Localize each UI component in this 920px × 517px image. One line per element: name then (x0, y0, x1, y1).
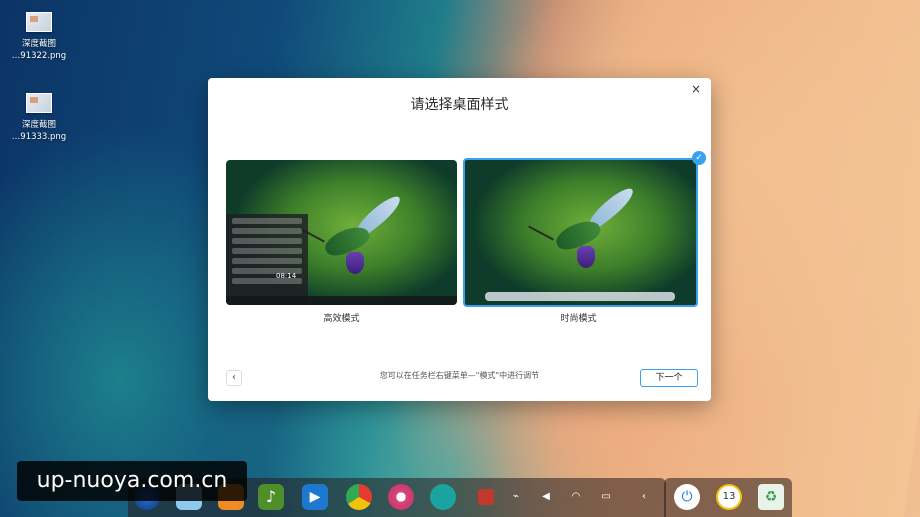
watermark: up-nuoya.com.cn (17, 461, 247, 501)
usb-icon[interactable]: ⌁ (508, 489, 524, 505)
hint-text: 您可以在任务栏右键菜单—"模式"中进行调节 (379, 371, 540, 380)
screen-recorder-icon[interactable] (478, 489, 494, 505)
launcher-menu-preview: 08:14 (226, 214, 308, 302)
selected-check-icon: ✓ (692, 151, 706, 165)
close-icon[interactable]: × (687, 80, 705, 98)
calendar-icon[interactable]: 13 (716, 484, 742, 510)
next-button[interactable]: 下一个 (640, 369, 698, 387)
desktop-icon-screenshot-2[interactable]: 深度截图 …91333.png (9, 93, 69, 143)
system-tray: ⏻ 13 ♻ (664, 478, 792, 517)
movie-icon[interactable]: ▶ (302, 484, 328, 510)
volume-icon[interactable]: ◀ (538, 489, 554, 505)
remote-assistance-icon[interactable] (430, 484, 456, 510)
desktop-icon-screenshot-1[interactable]: 深度截图 …91322.png (9, 12, 69, 62)
option-fashion-mode[interactable] (463, 158, 698, 307)
desktop-icon-label: 深度截图 (21, 39, 56, 49)
power-icon[interactable]: ⏻ (674, 484, 700, 510)
dialog-title: 请选择桌面样式 (410, 97, 509, 113)
trash-icon[interactable]: ♻ (758, 484, 784, 510)
battery-icon[interactable]: ▭ (598, 489, 614, 505)
desktop-style-dialog: 请选择桌面样式 × 08:14 高效模式 ✓ 时尚模式 ‹ 您可以在任务栏右键菜… (208, 78, 711, 401)
desktop-icon-filename: …91322.png (11, 51, 67, 61)
fashion-dock-preview (485, 292, 675, 301)
network-icon[interactable]: ◠ (568, 489, 584, 505)
desktop-icon-label: 深度截图 (21, 120, 56, 130)
chrome-browser-icon[interactable] (346, 484, 372, 510)
option-efficient-mode[interactable]: 08:14 (226, 160, 457, 305)
efficient-mode-preview: 08:14 (226, 160, 457, 305)
chevron-left-icon[interactable]: ‹ (636, 489, 652, 505)
desktop-icon-filename: …91333.png (11, 132, 67, 142)
image-file-icon (26, 12, 52, 32)
hummingbird-image (528, 184, 657, 284)
image-file-icon (26, 93, 52, 113)
efficient-taskbar-preview (226, 296, 457, 305)
settings-gear-icon[interactable] (388, 484, 414, 510)
hummingbird-image (299, 192, 426, 290)
option-fashion-label: 时尚模式 (560, 314, 597, 324)
fashion-mode-preview (465, 160, 696, 305)
option-efficient-label: 高效模式 (323, 314, 360, 324)
preview-clock: 08:14 (276, 272, 297, 280)
music-icon[interactable]: ♪ (258, 484, 284, 510)
